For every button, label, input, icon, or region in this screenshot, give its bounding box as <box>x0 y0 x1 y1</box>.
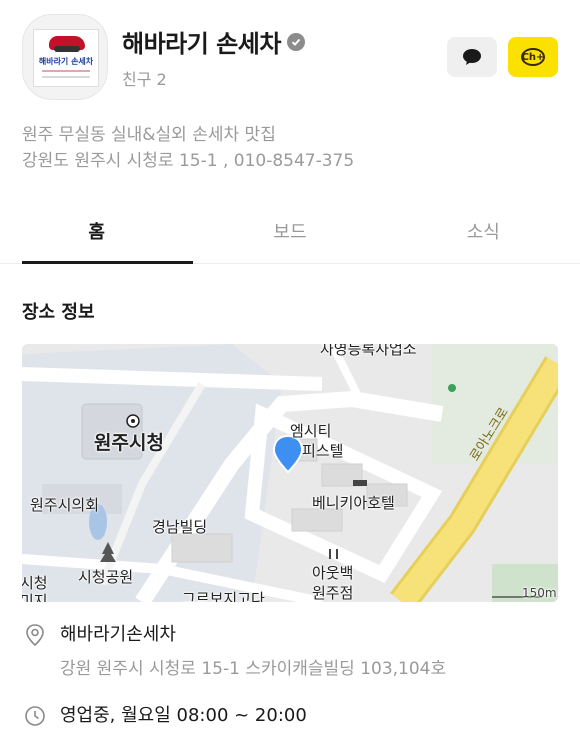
channel-description: 원주 무실동 실내&실외 손세차 맛집 강원도 원주시 시청로 15-1 , 0… <box>22 122 354 174</box>
map-label: 베니키아호텔 <box>312 494 395 512</box>
tab-bar: 홈 보드 소식 <box>0 206 580 264</box>
logo-text: 해바라기 손세차 <box>38 57 94 66</box>
tab-news[interactable]: 소식 <box>387 206 580 263</box>
clock-icon <box>22 703 48 729</box>
map-canvas <box>22 344 558 602</box>
add-channel-button[interactable]: Ch+ <box>508 37 558 77</box>
description-line: 강원도 원주시 시청로 15-1 , 010-8547-375 <box>22 151 355 171</box>
map-pin-icon <box>22 622 48 648</box>
channel-add-icon: Ch+ <box>521 48 545 66</box>
chat-button[interactable] <box>447 37 497 77</box>
map-label: 미지 <box>22 592 48 602</box>
place-address: 강원 원주시 시청로 15-1 스카이캐슬빌딩 103,104호 <box>60 659 447 679</box>
map-label: 그르보지고다 <box>182 590 265 602</box>
friends-count: 친구 2 <box>122 70 167 89</box>
place-info-title: 장소 정보 <box>22 302 95 323</box>
logo-divider <box>42 76 90 78</box>
map-label: 경남빌딩 <box>152 518 208 536</box>
car-logo-icon <box>49 36 85 52</box>
map-label: 원주점 <box>312 584 354 602</box>
tab-board[interactable]: 보드 <box>193 206 386 263</box>
map-label-city-hall: 원주시청 <box>94 432 164 454</box>
channel-title: 해바라기 손세차 <box>122 24 305 59</box>
logo-divider <box>42 70 90 72</box>
location-map[interactable]: 자영등록사업소 원주시청 원주시의회 시청공원 경남빌딩 엠시티 피스텔 베니키… <box>22 344 558 602</box>
place-address-row[interactable]: 해바라기손세차 강원 원주시 시청로 15-1 스카이캐슬빌딩 103,104호 <box>22 622 446 682</box>
map-label: 시청공원 <box>78 568 134 586</box>
tab-home[interactable]: 홈 <box>0 206 194 264</box>
map-scale-label: 150m <box>522 586 557 600</box>
channel-profile-image[interactable]: 해바라기 손세차 <box>22 14 108 100</box>
map-label: 아웃백 <box>312 564 354 582</box>
business-hours: 영업중, 월요일 08:00 ~ 20:00 <box>60 705 307 726</box>
map-label: 피스텔 <box>302 442 344 460</box>
description-line: 원주 무실동 실내&실외 손세차 맛집 <box>22 125 276 145</box>
channel-name: 해바라기 손세차 <box>122 30 281 58</box>
map-label: 자영등록사업소 <box>320 344 417 358</box>
map-label: 원주시의회 <box>30 496 100 514</box>
speech-bubble-icon <box>463 49 481 65</box>
logo-card: 해바라기 손세차 <box>33 29 99 87</box>
ch-label: Ch+ <box>521 48 545 66</box>
business-hours-row[interactable]: 영업중, 월요일 08:00 ~ 20:00 <box>22 703 307 729</box>
check-badge-icon <box>286 32 305 51</box>
place-name: 해바라기손세차 <box>60 624 176 645</box>
map-label: 엠시티 <box>290 422 332 440</box>
